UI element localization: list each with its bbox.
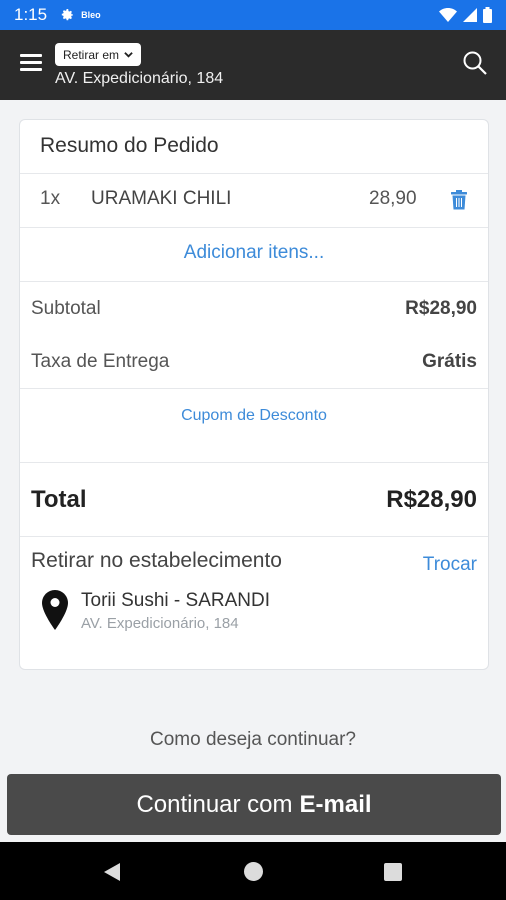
search-icon[interactable] bbox=[462, 50, 488, 76]
continue-prefix: Continuar com bbox=[136, 790, 293, 818]
wifi-icon bbox=[439, 8, 457, 22]
location-pin-icon bbox=[42, 590, 68, 630]
system-nav-bar bbox=[0, 842, 506, 900]
chevron-down-icon bbox=[124, 52, 133, 58]
back-icon[interactable] bbox=[102, 862, 122, 882]
divider bbox=[20, 462, 488, 463]
item-name: URAMAKI CHILI bbox=[91, 188, 232, 209]
app-bar: Retirar em AV. Expedicionário, 184 bbox=[0, 30, 506, 100]
divider bbox=[20, 227, 488, 228]
change-location-link[interactable]: Trocar bbox=[423, 554, 477, 576]
order-summary-card: Resumo do Pedido 1x URAMAKI CHILI 28,90 … bbox=[19, 119, 489, 670]
pickup-mode-value: Retirar em bbox=[63, 47, 120, 62]
menu-icon[interactable] bbox=[20, 54, 42, 74]
add-items-link[interactable]: Adicionar itens... bbox=[20, 242, 488, 264]
total-value: R$28,90 bbox=[386, 486, 477, 513]
pickup-title: Retirar no estabelecimento bbox=[31, 549, 282, 572]
divider bbox=[20, 536, 488, 537]
continue-email-button[interactable]: Continuar com E-mail bbox=[7, 774, 501, 835]
divider bbox=[20, 388, 488, 389]
subtotal-label: Subtotal bbox=[31, 298, 101, 319]
store-name: Torii Sushi - SARANDI bbox=[81, 590, 270, 611]
delivery-fee-label: Taxa de Entrega bbox=[31, 351, 170, 372]
gear-icon bbox=[61, 9, 74, 21]
store-address: AV. Expedicionário, 184 bbox=[81, 615, 239, 632]
divider bbox=[20, 173, 488, 174]
subtotal-value: R$28,90 bbox=[405, 298, 477, 319]
recents-icon[interactable] bbox=[384, 863, 402, 881]
item-price: 28,90 bbox=[369, 188, 417, 209]
card-title: Resumo do Pedido bbox=[40, 134, 219, 157]
delivery-fee-value: Grátis bbox=[422, 351, 477, 372]
header-address: AV. Expedicionário, 184 bbox=[55, 70, 224, 87]
signal-icon bbox=[463, 8, 477, 22]
item-quantity: 1x bbox=[40, 188, 61, 209]
total-label: Total bbox=[31, 486, 87, 513]
trash-icon[interactable] bbox=[450, 190, 468, 210]
pickup-mode-select[interactable]: Retirar em bbox=[55, 43, 142, 66]
continue-method: E-mail bbox=[299, 790, 372, 818]
status-time: 1:15 bbox=[14, 5, 48, 24]
continue-question: Como deseja continuar? bbox=[150, 729, 356, 750]
divider bbox=[20, 281, 488, 282]
status-label: Bleo bbox=[81, 10, 101, 20]
battery-icon bbox=[483, 7, 492, 23]
coupon-link[interactable]: Cupom de Desconto bbox=[20, 407, 488, 425]
home-icon[interactable] bbox=[244, 862, 263, 881]
status-bar: 1:15 Bleo bbox=[0, 0, 506, 30]
